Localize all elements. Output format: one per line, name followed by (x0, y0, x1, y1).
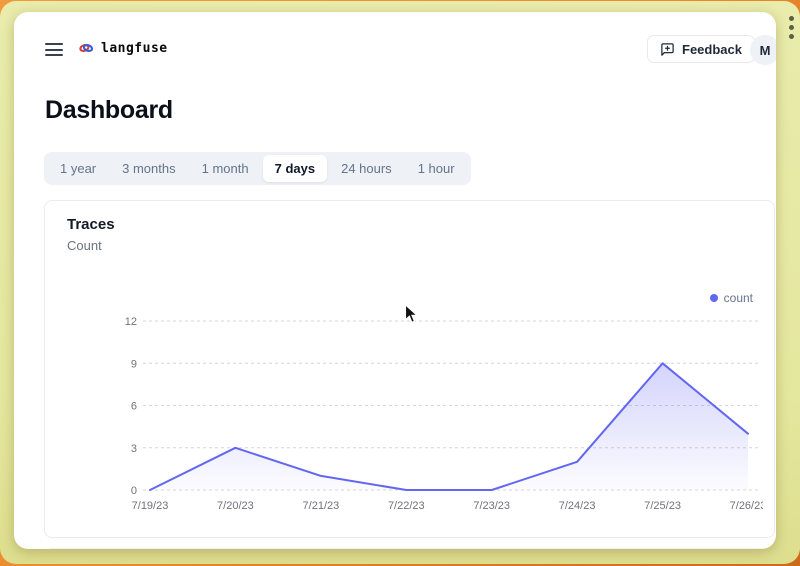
tab-1-year[interactable]: 1 year (48, 155, 108, 182)
langfuse-knot-logo-icon (78, 40, 94, 56)
traces-area-chart: 0 3 6 9 12 7/19/23 7/20/23 7/21/23 7/22/23 7/23/2… (93, 313, 763, 523)
user-avatar[interactable]: M (750, 35, 776, 65)
chart-legend: count (710, 291, 753, 305)
legend-count-dot-icon (710, 294, 718, 302)
traces-card-subtitle: Count (67, 238, 102, 253)
app-window: langfuse Feedback M Dashboard 1 year 3 m… (14, 12, 776, 549)
frame-grip-dot (789, 34, 794, 39)
traces-card-title: Traces (67, 216, 115, 233)
traces-card: Traces Count count 0 3 6 9 12 7/19/23 7/20/23 7… (44, 200, 775, 538)
tab-7-days[interactable]: 7 days (263, 155, 327, 182)
tab-1-month[interactable]: 1 month (190, 155, 261, 182)
tab-3-months[interactable]: 3 months (110, 155, 187, 182)
svg-text:7/20/23: 7/20/23 (217, 500, 254, 512)
svg-text:7/24/23: 7/24/23 (559, 500, 596, 512)
svg-text:3: 3 (131, 443, 137, 455)
time-range-tabbar: 1 year 3 months 1 month 7 days 24 hours … (44, 152, 471, 185)
frame-grip-dot (789, 25, 794, 30)
tab-24-hours[interactable]: 24 hours (329, 155, 404, 182)
traces-chart-area: 0 3 6 9 12 7/19/23 7/20/23 7/21/23 7/22/23 7/23/2… (93, 313, 763, 523)
legend-count-label: count (724, 291, 753, 305)
menu-hamburger-icon[interactable] (45, 43, 63, 56)
svg-text:7/21/23: 7/21/23 (303, 500, 340, 512)
brand-wordmark: langfuse (101, 41, 168, 56)
svg-text:12: 12 (125, 316, 137, 328)
svg-text:7/25/23: 7/25/23 (644, 500, 681, 512)
tab-1-hour[interactable]: 1 hour (406, 155, 467, 182)
svg-text:0: 0 (131, 485, 137, 497)
svg-text:7/19/23: 7/19/23 (132, 500, 169, 512)
page-title: Dashboard (45, 96, 173, 125)
frame-grip-dot (789, 16, 794, 21)
next-card-top-edge (44, 548, 775, 549)
svg-text:7/22/23: 7/22/23 (388, 500, 425, 512)
svg-text:7/26/23: 7/26/23 (730, 500, 763, 512)
brand: langfuse (78, 40, 168, 56)
message-square-plus-icon (660, 42, 675, 57)
feedback-button-label: Feedback (682, 42, 742, 57)
svg-text:7/23/23: 7/23/23 (473, 500, 510, 512)
feedback-button[interactable]: Feedback (647, 35, 755, 63)
svg-text:6: 6 (131, 401, 137, 413)
svg-text:9: 9 (131, 358, 137, 370)
